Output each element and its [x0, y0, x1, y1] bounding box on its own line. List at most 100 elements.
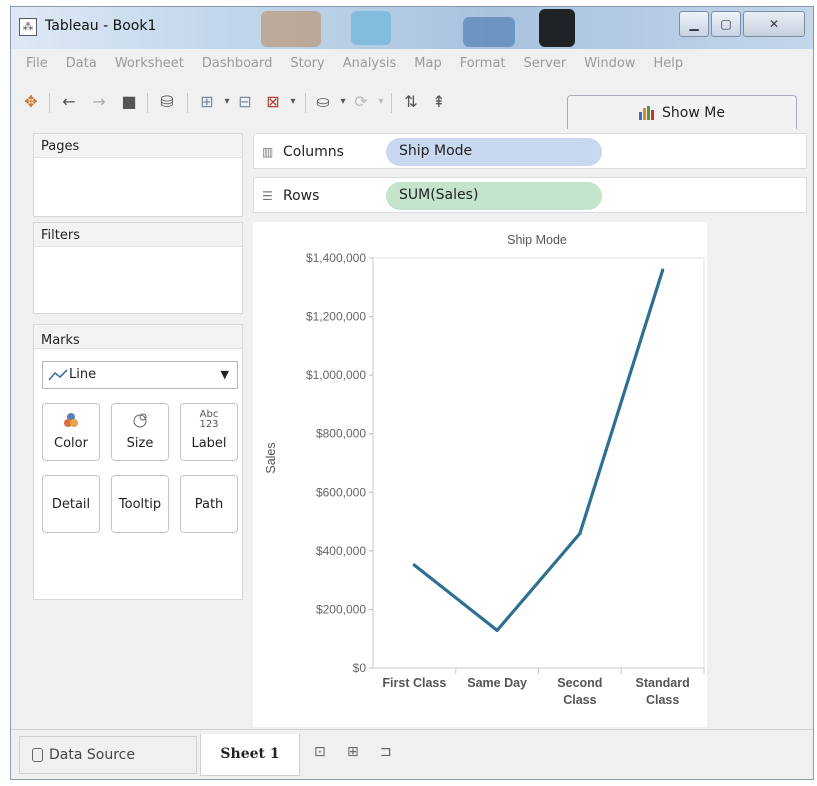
sales-point	[412, 563, 416, 567]
menu-file[interactable]: File	[17, 51, 57, 77]
detail-label: Detail	[51, 497, 91, 512]
title-bar-decoration	[261, 11, 321, 47]
redo-icon[interactable]: →	[89, 92, 109, 112]
size-icon	[112, 412, 168, 432]
close-button[interactable]: ✕	[743, 11, 805, 37]
x-category-label-line: Class	[563, 693, 596, 707]
x-category-label-line: Class	[646, 693, 679, 707]
refresh-icon[interactable]: ⟳	[351, 92, 371, 112]
new-dashboard-icon[interactable]: ⊞	[347, 744, 359, 760]
x-category-label-line: First Class	[382, 676, 446, 690]
maximize-icon: ▢	[720, 17, 732, 31]
label-abc-icon: Abc 123	[199, 409, 219, 430]
minimize-button[interactable]: ▁	[679, 11, 709, 37]
x-category-label-line: Standard	[636, 676, 690, 690]
close-icon: ✕	[768, 17, 780, 31]
toolbar-separator	[187, 93, 188, 113]
minimize-icon: ▁	[689, 17, 699, 31]
detail-mark-card[interactable]: Detail	[42, 475, 100, 533]
database-icon	[32, 748, 43, 762]
menu-window[interactable]: Window	[575, 51, 644, 77]
menu-help[interactable]: Help	[644, 51, 692, 77]
pages-pane-title: Pages	[41, 139, 80, 154]
show-me-icon	[639, 105, 655, 120]
color-mark-card[interactable]: Color	[42, 403, 100, 461]
menu-story[interactable]: Story	[281, 51, 333, 77]
undo-icon[interactable]: ←	[59, 92, 79, 112]
pause-updates-icon[interactable]: ⛀	[313, 92, 333, 112]
mark-type-dropdown[interactable]: Line ▼	[42, 361, 238, 389]
menu-format[interactable]: Format	[451, 51, 515, 77]
swap-rows-columns-icon[interactable]: ⇅	[401, 92, 421, 112]
new-worksheet-icon[interactable]: ⊡	[314, 744, 326, 760]
toolbar-separator	[391, 93, 392, 113]
x-category-label-line: Same Day	[467, 676, 527, 690]
sheet-tab[interactable]: Sheet 1	[200, 734, 300, 776]
sales-point	[578, 531, 582, 536]
data-source-tab[interactable]: Data Source	[19, 736, 197, 774]
columns-icon: ▥	[262, 145, 274, 159]
new-story-icon[interactable]: ⊐	[380, 744, 392, 760]
label-mark-card[interactable]: Abc 123 Label	[180, 403, 238, 461]
show-me-button[interactable]: Show Me	[567, 95, 797, 129]
title-bar-decoration	[539, 9, 575, 47]
size-label: Size	[126, 436, 154, 451]
duplicate-sheet-icon[interactable]: ⊟	[235, 92, 255, 112]
menu-data[interactable]: Data	[57, 51, 106, 77]
y-tick-label: $1,000,000	[306, 368, 366, 382]
title-bar-decoration	[351, 11, 391, 45]
maximize-button[interactable]: ▢	[711, 11, 741, 37]
tableau-logo-icon[interactable]: ✥	[21, 92, 41, 112]
sort-ascending-icon[interactable]: ⇞	[429, 92, 449, 112]
y-tick-label: $200,000	[316, 602, 366, 616]
dropdown-arrow-icon[interactable]: ▾	[333, 92, 353, 112]
filters-pane-title: Filters	[41, 228, 80, 243]
y-tick-label: $800,000	[316, 427, 366, 441]
menu-map[interactable]: Map	[405, 51, 450, 77]
filters-pane[interactable]: Filters	[33, 222, 243, 314]
save-icon[interactable]: ■	[119, 92, 139, 112]
y-axis-title: Sales	[264, 442, 278, 473]
toolbar-separator	[49, 93, 50, 113]
sales-point	[495, 628, 499, 632]
dropdown-arrow-icon[interactable]: ▾	[371, 92, 391, 112]
menu-dashboard[interactable]: Dashboard	[193, 51, 282, 77]
path-mark-card[interactable]: Path	[180, 475, 238, 533]
size-mark-card[interactable]: Size	[111, 403, 169, 461]
rows-shelf[interactable]: ☰ Rows SUM(Sales)	[253, 177, 807, 213]
new-worksheet-icon[interactable]: ⊞	[197, 92, 217, 112]
line-chart[interactable]: $0 $200,000 $400,000 $600,000 $800,000 $1,000…	[253, 222, 707, 727]
title-bar[interactable]: ⁂ Tableau - Book1 ▁ ▢ ✕	[11, 7, 813, 49]
chart-title: Ship Mode	[507, 233, 567, 247]
pages-pane[interactable]: Pages	[33, 133, 243, 217]
color-label: Color	[54, 436, 88, 451]
x-category-label: Standard Class	[636, 676, 690, 707]
menu-worksheet[interactable]: Worksheet	[106, 51, 193, 77]
y-tick-label: $1,400,000	[306, 251, 366, 265]
y-tick-label: $400,000	[316, 544, 366, 558]
bottom-tab-bar: Data Source Sheet 1 ⊡ ⊞ ⊐	[11, 729, 813, 779]
new-data-source-icon[interactable]: ⛁	[157, 92, 177, 112]
columns-shelf[interactable]: ▥ Columns Ship Mode	[253, 133, 807, 169]
menu-analysis[interactable]: Analysis	[334, 51, 406, 77]
toolbar-separator	[305, 93, 306, 113]
sum-sales-pill[interactable]: SUM(Sales)	[386, 182, 602, 210]
show-me-label: Show Me	[662, 104, 725, 121]
y-tick-label: $1,200,000	[306, 310, 366, 324]
data-source-label: Data Source	[49, 747, 135, 763]
sales-line	[412, 268, 665, 632]
color-icon	[43, 412, 99, 432]
tableau-window: ⁂ Tableau - Book1 ▁ ▢ ✕ File Data Worksh…	[10, 6, 814, 780]
chart-view[interactable]: $0 $200,000 $400,000 $600,000 $800,000 $1,000…	[253, 222, 707, 727]
tooltip-mark-card[interactable]: Tooltip	[111, 475, 169, 533]
chevron-down-icon: ▼	[220, 368, 229, 381]
dropdown-arrow-icon[interactable]: ▾	[217, 92, 237, 112]
clear-sheet-icon[interactable]: ⊠	[263, 92, 283, 112]
ship-mode-pill[interactable]: Ship Mode	[386, 138, 602, 166]
menu-server[interactable]: Server	[515, 51, 576, 77]
toolbar: ✥ ← → ■ ⛁ ⊞ ▾ ⊟ ⊠ ▾ ⛀ ▾ ⟳ ▾ ⇅ ⇞ Show Me	[11, 83, 813, 129]
dropdown-arrow-icon[interactable]: ▾	[283, 92, 303, 112]
x-category-label: Same Day	[467, 676, 527, 690]
tooltip-label: Tooltip	[118, 497, 162, 512]
x-category-label: First Class	[382, 676, 446, 690]
